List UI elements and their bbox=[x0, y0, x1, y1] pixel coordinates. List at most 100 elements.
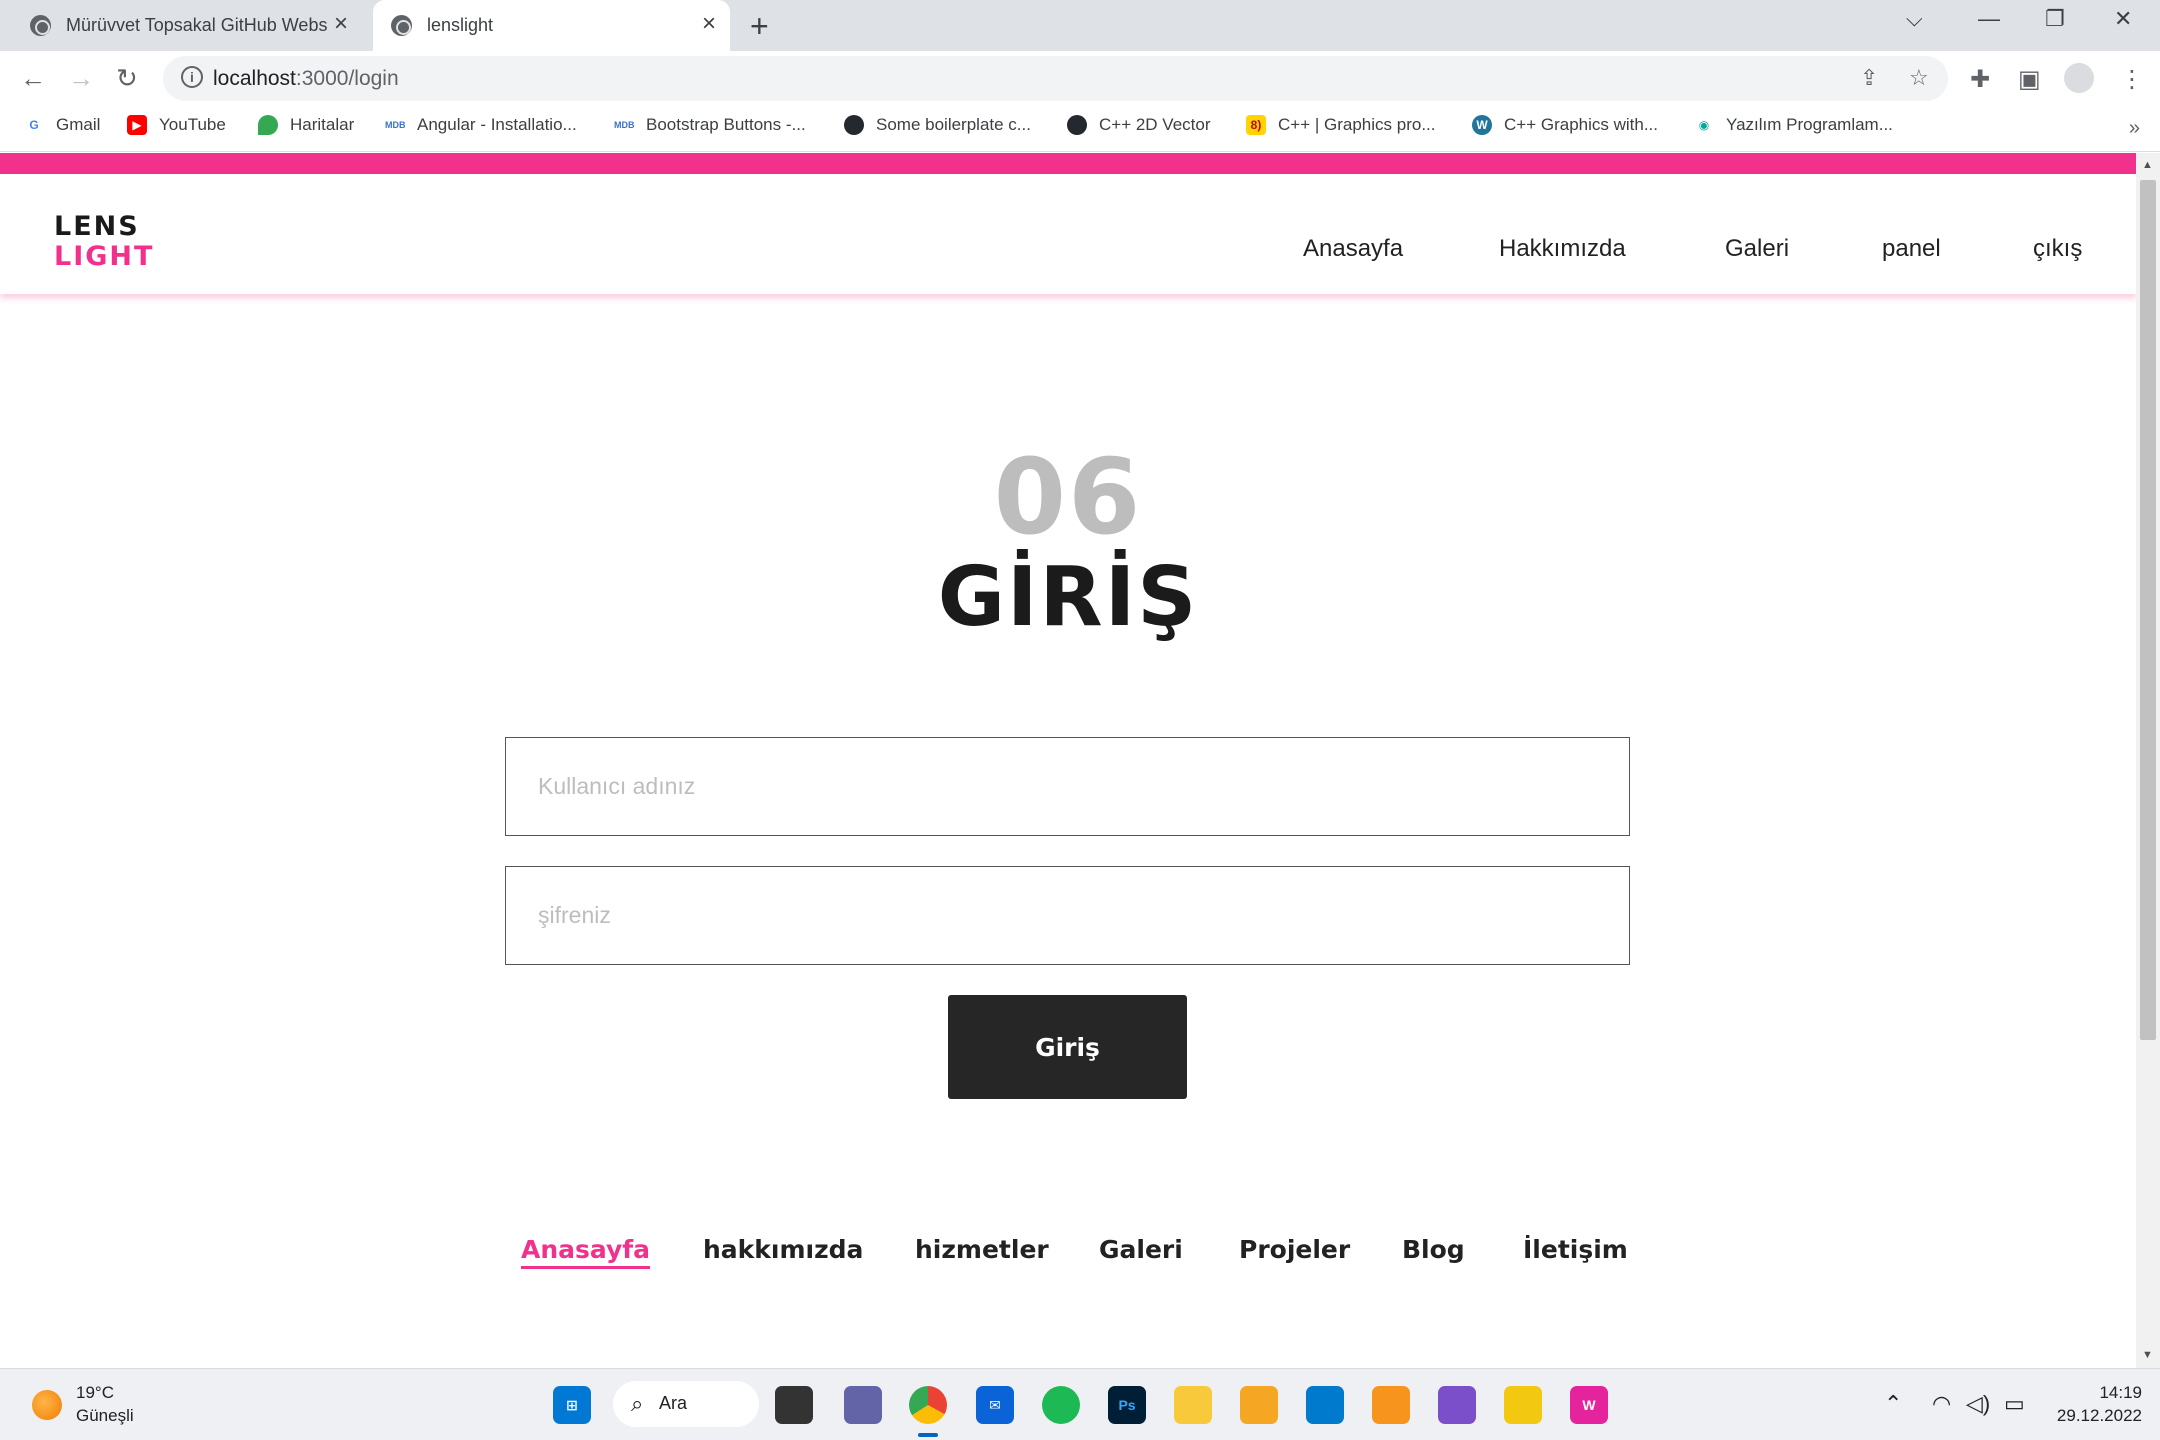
wordpress-icon: W bbox=[1472, 115, 1492, 135]
footer-nav-iletisim[interactable]: İletişim bbox=[1523, 1235, 1628, 1264]
volume-icon[interactable]: ◁) bbox=[1966, 1391, 1990, 1417]
tab-lenslight[interactable]: lenslight × bbox=[373, 0, 730, 51]
battery-icon[interactable]: ▭ bbox=[2004, 1391, 2025, 1417]
close-window-button[interactable]: ✕ bbox=[2114, 6, 2132, 32]
bookmark-label: C++ 2D Vector bbox=[1099, 115, 1211, 134]
bookmark-youtube[interactable]: ▶ YouTube bbox=[127, 115, 226, 135]
bookmarks-bar: G Gmail ▶ YouTube Haritalar MDB Angular - I… bbox=[0, 107, 2160, 152]
photoshop-icon[interactable]: Ps bbox=[1108, 1386, 1146, 1424]
side-panel-icon[interactable]: ▣ bbox=[2018, 65, 2041, 94]
app-icon-squares[interactable] bbox=[1372, 1386, 1410, 1424]
system-clock[interactable]: 14:19 29.12.2022 bbox=[2057, 1381, 2142, 1427]
bookmark-label: C++ Graphics with... bbox=[1504, 115, 1659, 134]
vscode-icon[interactable] bbox=[1306, 1386, 1344, 1424]
scrollbar-thumb[interactable] bbox=[2140, 180, 2156, 1040]
app-icon-orange[interactable] bbox=[1240, 1386, 1278, 1424]
os-taskbar: 19°C Güneşli ⊞ ⌕ Ara ✉ Ps W ⌃ ◠ ◁) ▭ 14:… bbox=[0, 1368, 2160, 1440]
app-icon-xd[interactable] bbox=[1504, 1386, 1542, 1424]
spotify-icon[interactable] bbox=[1042, 1386, 1080, 1424]
bookmark-label: Bootstrap Buttons -... bbox=[646, 115, 806, 134]
bookmark-yazilim[interactable]: ◉ Yazılım Programlam... bbox=[1694, 115, 1893, 135]
bookmark-cpp-graphics-pro[interactable]: 8) C++ | Graphics pro... bbox=[1246, 115, 1435, 135]
tab-search-icon[interactable]: ⌵ bbox=[1906, 6, 1923, 32]
bookmark-cpp-graphics-with[interactable]: W C++ Graphics with... bbox=[1472, 115, 1658, 135]
file-explorer-icon[interactable] bbox=[1174, 1386, 1212, 1424]
menu-kebab-icon[interactable]: ⋮ bbox=[2120, 65, 2144, 94]
section-number: 06 bbox=[993, 436, 1143, 558]
bookmark-label: Yazılım Programlam... bbox=[1726, 115, 1893, 134]
show-hidden-icons-icon[interactable]: ⌃ bbox=[1884, 1391, 1902, 1417]
task-view-icon[interactable] bbox=[775, 1386, 813, 1424]
bookmark-angular[interactable]: MDB Angular - Installatio... bbox=[385, 115, 577, 135]
footer-nav-anasayfa[interactable]: Anasayfa bbox=[521, 1235, 651, 1269]
bookmark-gmail[interactable]: G Gmail bbox=[24, 115, 100, 135]
youtube-icon: ▶ bbox=[127, 115, 147, 135]
browser-toolbar: ← → ↻ i localhost:3000/login ⇪ ☆ ✚ ▣ ⋮ bbox=[0, 51, 2160, 107]
footer-nav-projeler[interactable]: Projeler bbox=[1239, 1235, 1350, 1264]
footer-nav-blog[interactable]: Blog bbox=[1402, 1235, 1465, 1264]
back-button[interactable]: ← bbox=[20, 63, 46, 94]
footer-nav-galeri[interactable]: Galeri bbox=[1099, 1235, 1183, 1264]
close-tab-icon[interactable]: × bbox=[334, 12, 348, 36]
nav-hakkimizda[interactable]: Hakkımızda bbox=[1499, 235, 1626, 263]
bookmark-boilerplate[interactable]: Some boilerplate c... bbox=[844, 115, 1031, 135]
weather-widget[interactable]: 19°C Güneşli bbox=[76, 1381, 134, 1427]
forward-button[interactable]: → bbox=[68, 63, 94, 94]
page-scrollbar[interactable]: ▲ ▼ bbox=[2136, 153, 2160, 1368]
share-icon[interactable]: ⇪ bbox=[1860, 65, 1878, 91]
address-bar[interactable]: i localhost:3000/login ⇪ ☆ bbox=[163, 56, 1948, 101]
mdb-icon: MDB bbox=[385, 115, 406, 135]
nav-galeri[interactable]: Galeri bbox=[1725, 235, 1789, 263]
eye-icon: ◉ bbox=[1694, 115, 1714, 135]
bookmark-label: C++ | Graphics pro... bbox=[1278, 115, 1436, 134]
geeks-icon: 8) bbox=[1246, 115, 1266, 135]
chrome-icon[interactable] bbox=[909, 1386, 947, 1424]
site-info-icon[interactable]: i bbox=[181, 66, 203, 88]
bookmarks-overflow-icon[interactable]: » bbox=[2129, 117, 2140, 140]
username-input[interactable] bbox=[505, 737, 1630, 836]
wifi-icon[interactable]: ◠ bbox=[1932, 1391, 1951, 1417]
reload-button[interactable]: ↻ bbox=[116, 63, 138, 94]
windows-start-icon[interactable]: ⊞ bbox=[553, 1386, 591, 1424]
new-tab-button[interactable]: + bbox=[750, 8, 769, 45]
restore-button[interactable]: ❐ bbox=[2045, 6, 2065, 32]
profile-avatar-icon[interactable] bbox=[2064, 63, 2094, 93]
password-input[interactable] bbox=[505, 866, 1630, 965]
bookmark-cpp-vector[interactable]: C++ 2D Vector bbox=[1067, 115, 1211, 135]
chat-icon[interactable] bbox=[844, 1386, 882, 1424]
tab-github-website[interactable]: Mürüvvet Topsakal GitHub Website × bbox=[12, 0, 362, 51]
weather-text: Güneşli bbox=[76, 1406, 134, 1425]
bookmark-label: Gmail bbox=[56, 115, 101, 134]
page-viewport: LENS LIGHT Anasayfa Hakkımızda Galeri pa… bbox=[0, 153, 2136, 1368]
mail-icon[interactable]: ✉ bbox=[976, 1386, 1014, 1424]
url-path: :3000/login bbox=[295, 67, 399, 90]
extensions-icon[interactable]: ✚ bbox=[1970, 65, 1990, 94]
clock-date: 29.12.2022 bbox=[2056, 1406, 2142, 1425]
url-host: localhost bbox=[213, 67, 296, 90]
nav-panel[interactable]: panel bbox=[1882, 235, 1941, 263]
globe-icon bbox=[391, 15, 412, 36]
scroll-down-arrow-icon[interactable]: ▼ bbox=[2142, 1349, 2153, 1361]
nav-anasayfa[interactable]: Anasayfa bbox=[1303, 235, 1403, 263]
sun-weather-icon[interactable] bbox=[32, 1390, 62, 1420]
bookmark-star-icon[interactable]: ☆ bbox=[1909, 65, 1929, 91]
site-logo[interactable]: LENS LIGHT bbox=[54, 212, 154, 272]
globe-icon bbox=[30, 15, 51, 36]
mdb-icon: MDB bbox=[614, 115, 635, 135]
temperature-text: 19°C bbox=[76, 1383, 114, 1402]
login-submit-button[interactable]: Giriş bbox=[948, 995, 1187, 1099]
wampserver-icon[interactable]: W bbox=[1570, 1386, 1608, 1424]
bookmark-label: YouTube bbox=[159, 115, 226, 134]
bookmark-label: Angular - Installatio... bbox=[417, 115, 577, 134]
minimize-button[interactable]: — bbox=[1978, 6, 2000, 32]
scroll-up-arrow-icon[interactable]: ▲ bbox=[2142, 159, 2153, 171]
footer-nav-hakkimizda[interactable]: hakkımızda bbox=[703, 1235, 863, 1264]
gmail-icon: G bbox=[24, 115, 44, 135]
taskbar-search[interactable]: ⌕ Ara bbox=[613, 1381, 759, 1427]
bookmark-bootstrap[interactable]: MDB Bootstrap Buttons -... bbox=[614, 115, 806, 135]
nav-cikis[interactable]: çıkış bbox=[2033, 235, 2082, 263]
visual-studio-icon[interactable] bbox=[1438, 1386, 1476, 1424]
close-tab-icon[interactable]: × bbox=[702, 12, 716, 36]
bookmark-haritalar[interactable]: Haritalar bbox=[258, 115, 354, 135]
footer-nav-hizmetler[interactable]: hizmetler bbox=[915, 1235, 1049, 1264]
